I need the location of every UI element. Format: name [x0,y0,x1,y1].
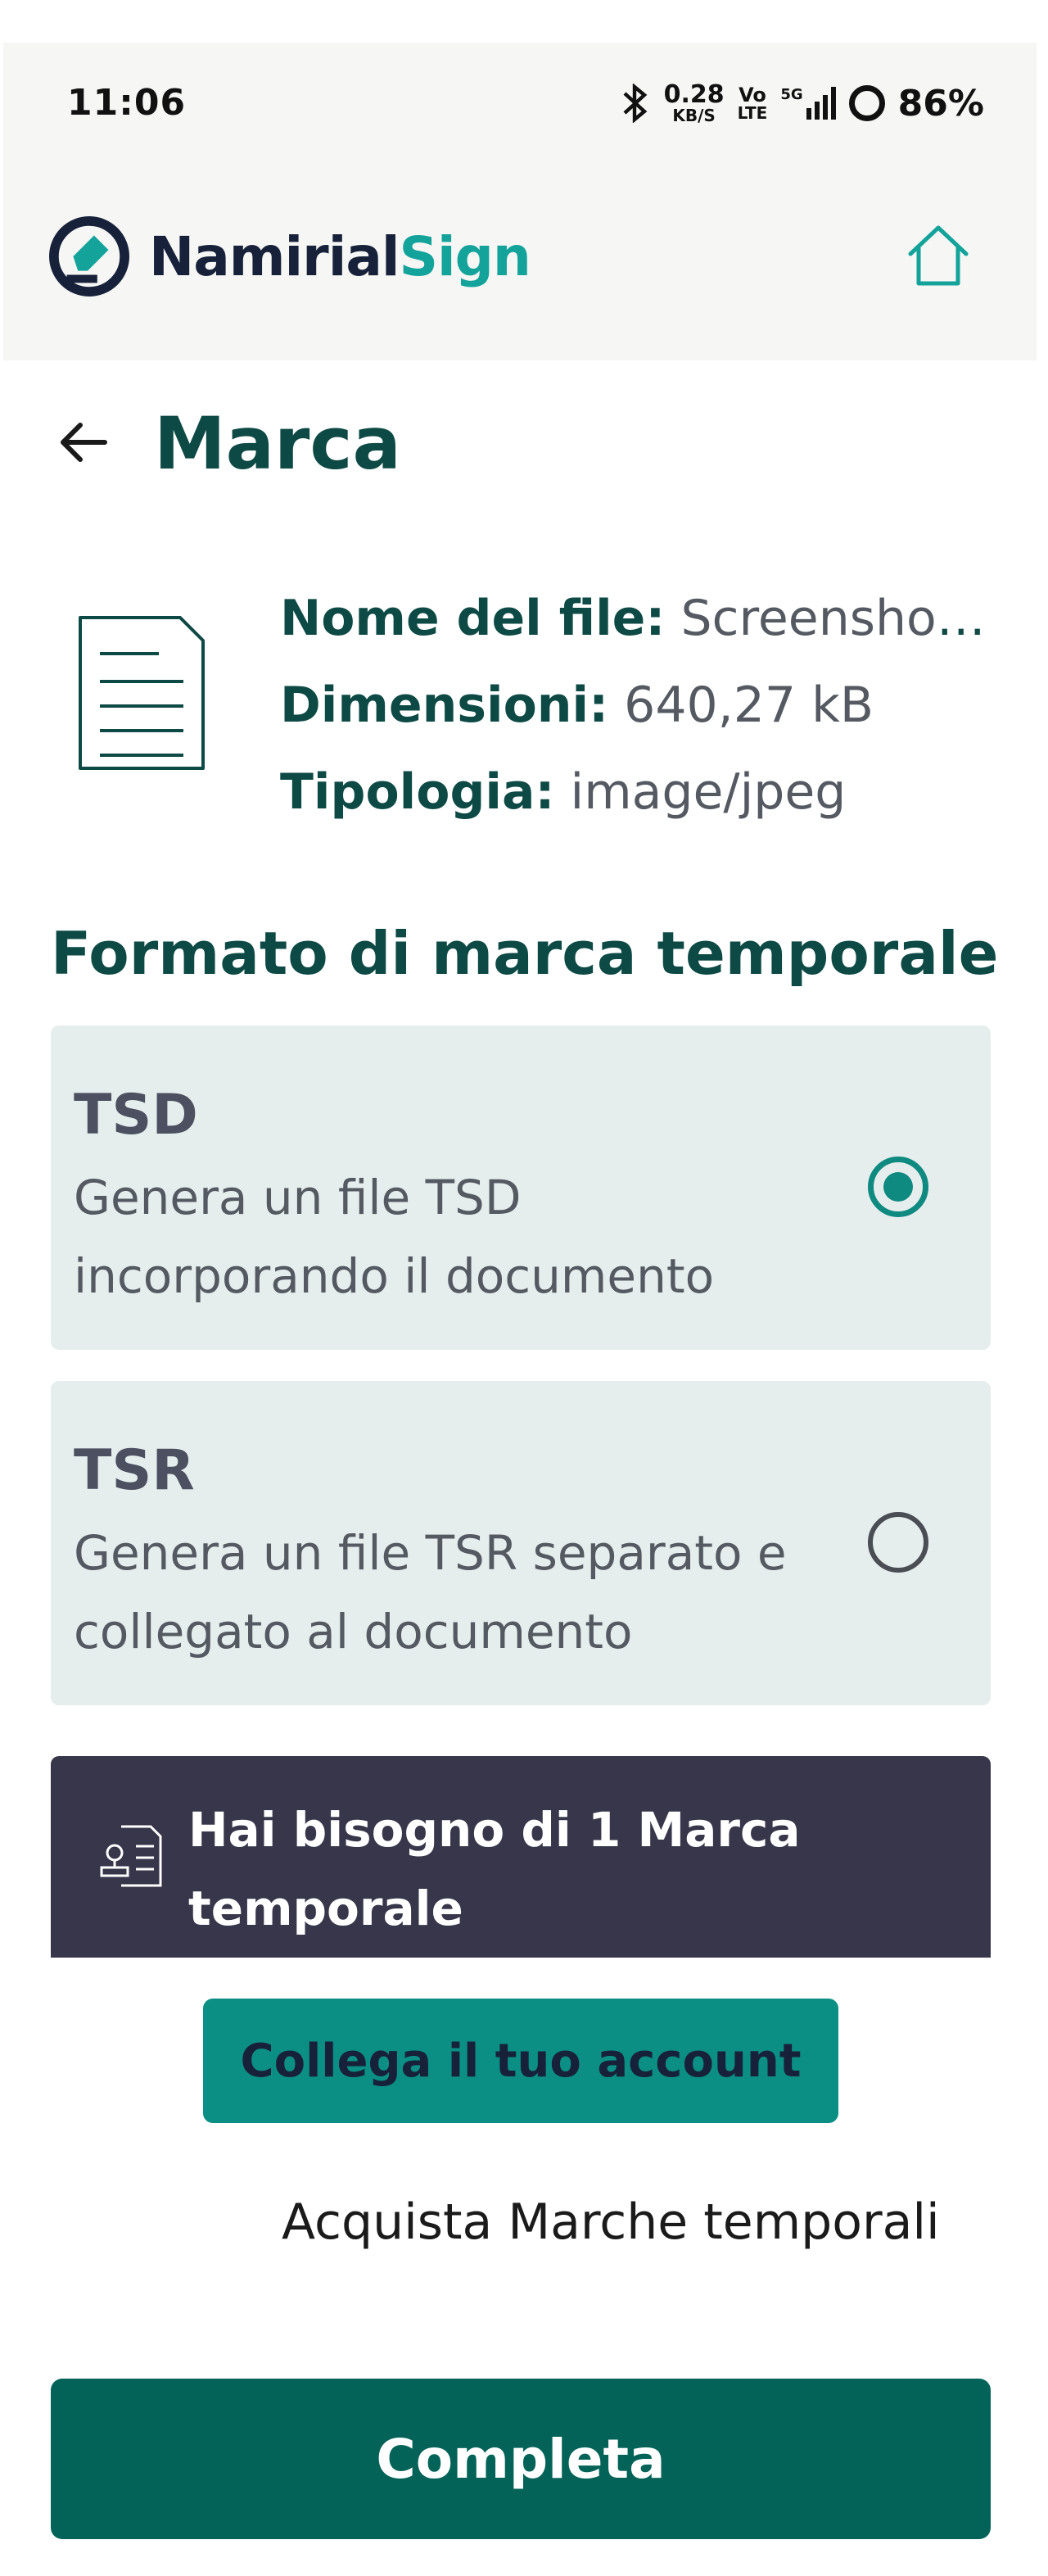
option-title: TSR [74,1438,195,1503]
signal-icon: 5G [780,87,836,120]
option-description: Genera un file TSR separato e collegato … [74,1525,787,1659]
logo-mark-icon [49,216,129,297]
complete-button[interactable]: Completa [51,2379,991,2539]
stamp-document-icon [100,1825,162,1887]
file-size-row: Dimensioni: 640,27 kB [280,677,874,734]
arrow-left-icon [61,423,107,462]
option-description: Genera un file TSD incorporando il docum… [74,1170,715,1304]
file-name-row: Nome del file: Screenshot_... [280,590,992,647]
option-title: TSD [74,1083,198,1148]
battery-ring-icon [848,85,885,121]
radio-tsr[interactable] [868,1512,928,1573]
page-title: Marca [154,401,401,486]
volte-indicator: Vo LTE [737,84,768,123]
home-button[interactable] [904,221,973,290]
file-info: Nome del file: Screenshot_... Dimensioni… [280,575,992,835]
timestamp-needed-banner: Hai bisogno di 1 Marca temporale [51,1756,991,1958]
home-icon [908,225,969,286]
net-speed: 0.28 KB/S [663,80,725,125]
option-tsr[interactable]: TSR Genera un file TSR separato e colleg… [51,1381,991,1705]
status-time: 11:06 [67,82,187,124]
document-icon [79,616,205,770]
namirial-sign-logo: NamirialSign [49,216,531,297]
bluetooth-icon [623,84,647,123]
banner-text: Hai bisogno di 1 Marca temporale [188,1802,801,1936]
status-icons: 0.28 KB/S Vo LTE 5G 86% [618,79,984,128]
section-title: Formato di marca temporale [51,919,999,988]
radio-tsd[interactable] [868,1157,928,1217]
file-type-row: Tipologia: image/jpeg [280,763,847,821]
option-tsd[interactable]: TSD Genera un file TSD incorporando il d… [51,1025,991,1350]
back-button[interactable] [56,414,113,471]
logo-wordmark: NamirialSign [149,224,531,288]
battery-level: 86% [897,82,984,124]
buy-timestamps-link[interactable]: Acquista Marche temporali [282,2193,940,2251]
link-account-button[interactable]: Collega il tuo account [203,1999,838,2123]
